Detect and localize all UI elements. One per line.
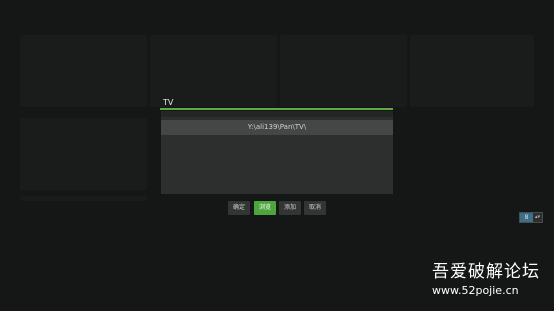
library-name-input-underline — [160, 108, 393, 110]
zoom-stepper-value: 8 — [520, 213, 533, 222]
watermark-title: 吾爱破解论坛 — [432, 262, 540, 282]
library-name-input-value[interactable]: TV — [163, 98, 173, 107]
stepper-arrows-icon[interactable]: ▴▾ — [533, 213, 542, 222]
watermark-url: www.52pojie.cn — [432, 284, 519, 297]
browse-button[interactable]: 浏览 — [254, 201, 276, 215]
cancel-button[interactable]: 取消 — [304, 201, 326, 215]
watermark: 吾爱破解论坛 www.52pojie.cn — [432, 261, 550, 299]
path-list[interactable]: Y:\ali139\Pan\TV\ — [161, 117, 393, 194]
add-button[interactable]: 添加 — [279, 201, 301, 215]
ok-button[interactable]: 确定 — [228, 201, 250, 215]
zoom-stepper[interactable]: 8 ▴▾ — [519, 212, 543, 223]
path-list-item[interactable]: Y:\ali139\Pan\TV\ — [161, 120, 393, 135]
